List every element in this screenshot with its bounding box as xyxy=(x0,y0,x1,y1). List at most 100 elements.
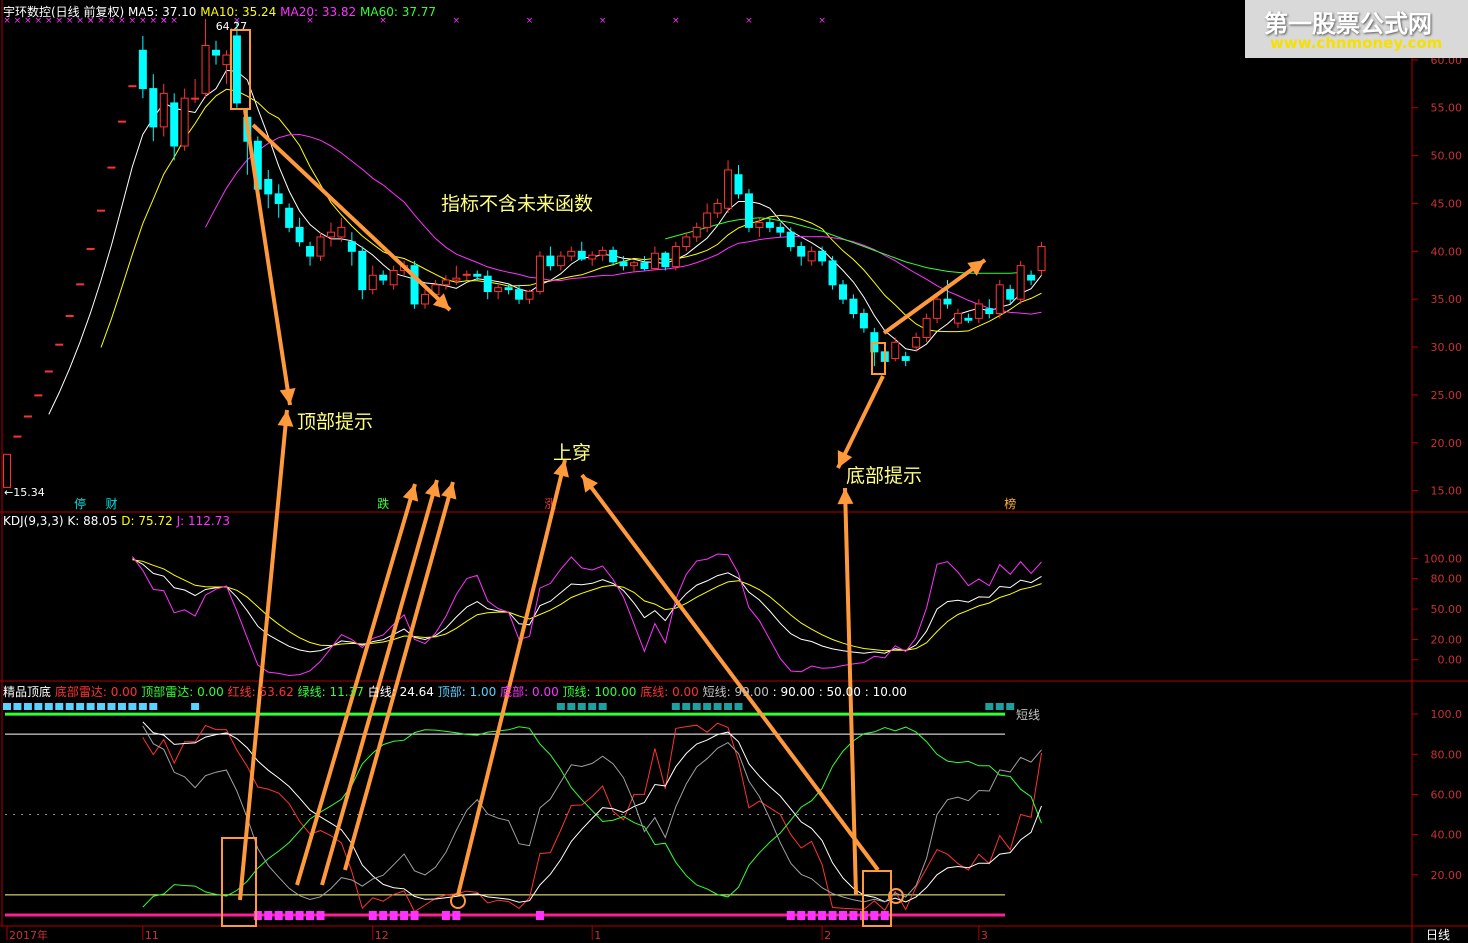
date-label: 11 xyxy=(145,929,159,942)
indicator-tick-label: 80.00 xyxy=(1431,748,1463,761)
kdj-tick-label: 50.00 xyxy=(1431,603,1463,616)
indicator-value-3: 绿线: 11.37 xyxy=(293,685,364,699)
bottom-signal-block xyxy=(818,911,827,920)
top-signal-block xyxy=(734,703,743,710)
candle-body xyxy=(107,166,116,169)
top-signal-block xyxy=(44,703,53,710)
candle-body xyxy=(274,193,283,204)
candle-body xyxy=(379,274,388,281)
candle-body xyxy=(368,274,377,291)
top-hint-arrow xyxy=(238,409,289,901)
candle-body xyxy=(995,284,1004,315)
top-signal-block xyxy=(588,703,597,710)
kdj-j-value: J: 112.73 xyxy=(176,514,230,528)
top-signal-block xyxy=(556,703,565,710)
bottom-signal-block xyxy=(285,911,294,920)
bottom-hint-arrow-head xyxy=(837,488,854,505)
top-signal-block xyxy=(149,703,158,710)
candle-body xyxy=(609,249,618,263)
bottom-signal-block xyxy=(807,911,816,920)
candle-body xyxy=(264,179,273,195)
candle-body xyxy=(546,255,555,267)
indicator-tick-label: 100.0 xyxy=(1431,708,1463,721)
bottom-signal-block xyxy=(452,911,461,920)
signal-mark: × xyxy=(526,16,534,26)
candle-body xyxy=(650,252,659,270)
candle-body xyxy=(201,45,210,94)
up-trend-arrow xyxy=(882,258,987,335)
signal-mark: × xyxy=(745,16,753,26)
ma60-value: MA60: 37.77 xyxy=(360,5,437,19)
top-signal-block xyxy=(724,703,733,710)
candle-body xyxy=(535,255,544,293)
candle-body xyxy=(577,250,586,260)
candle-body xyxy=(212,49,220,56)
bottom-signal-block xyxy=(797,911,806,920)
bottom-signal-block xyxy=(870,911,879,920)
candle-body xyxy=(86,247,95,250)
candle-body xyxy=(306,246,315,257)
top-signal-block xyxy=(34,703,43,710)
price-tick-label: 55.00 xyxy=(1431,102,1463,115)
candle-body xyxy=(734,174,743,195)
indicator-tick-label: 40.00 xyxy=(1431,829,1463,842)
bottom-signal-block xyxy=(389,911,398,920)
candle-body xyxy=(671,246,680,268)
candle-body xyxy=(138,49,147,90)
candle-body xyxy=(713,202,722,214)
indicator-name: 精品顶底 xyxy=(3,685,52,699)
kdj-d-value: D: 75.72 xyxy=(121,514,173,528)
ma20-value: MA20: 33.82 xyxy=(280,5,357,19)
top-signal-block xyxy=(128,703,137,710)
candle-body xyxy=(525,291,534,300)
kdj-tick-label: 80.00 xyxy=(1431,573,1463,586)
stock-chart[interactable]: 60.0055.0050.0045.0040.0035.0030.0025.00… xyxy=(0,0,1468,943)
top-signal-block xyxy=(107,703,116,710)
candle-body xyxy=(1016,265,1025,300)
top-signal-block xyxy=(985,703,994,710)
candle-body xyxy=(389,269,398,286)
indicator-green-line xyxy=(142,726,1042,908)
bottom-signal-block xyxy=(828,911,837,920)
top-signal-block xyxy=(191,703,200,710)
candle-body xyxy=(13,435,22,438)
short-line-label: 短线 xyxy=(1016,708,1040,722)
candle-body xyxy=(180,97,189,147)
candle-body xyxy=(494,287,503,293)
date-label: 1 xyxy=(594,929,601,942)
event-tag: 跌 xyxy=(377,496,389,511)
kdj-k-value: K: 88.05 xyxy=(67,514,118,528)
indicator-value-6: 底部: 0.00 xyxy=(496,685,559,699)
cross-up-arrow xyxy=(456,459,567,896)
indicator-tick-label: 60.00 xyxy=(1431,788,1463,801)
candle-body xyxy=(703,212,712,228)
date-label: 2017年 xyxy=(9,928,48,942)
bottom-signal-block xyxy=(274,911,283,920)
candle-body xyxy=(818,250,827,262)
period-label: 日线 xyxy=(1426,928,1450,942)
top-signal-block xyxy=(703,703,712,710)
bottom-signal-block xyxy=(316,911,325,920)
candle-body xyxy=(943,298,952,305)
candle-body xyxy=(76,283,85,286)
candle-body xyxy=(630,262,638,267)
indicator-value-8: 底线: 0.00 xyxy=(636,685,699,699)
kdj-tick-label: 20.00 xyxy=(1431,633,1463,646)
candle-body xyxy=(556,255,565,267)
top-signal-block xyxy=(682,703,691,710)
candle-body xyxy=(933,298,942,319)
candle-body xyxy=(65,314,74,317)
candle-body xyxy=(755,222,764,228)
bottom-signal-block xyxy=(535,911,544,920)
candle-body xyxy=(901,356,910,361)
candle-body xyxy=(1006,289,1015,300)
candle-body xyxy=(849,298,858,315)
indicator-value-7: 顶线: 100.00 xyxy=(558,685,637,699)
top-signal-block xyxy=(23,703,32,710)
price-tick-label: 35.00 xyxy=(1431,293,1463,306)
bottom-signal-block xyxy=(849,911,858,920)
top-signal-block xyxy=(65,703,74,710)
candle-body xyxy=(640,262,649,270)
top-signal-block xyxy=(671,703,680,710)
date-label: 12 xyxy=(375,929,389,942)
